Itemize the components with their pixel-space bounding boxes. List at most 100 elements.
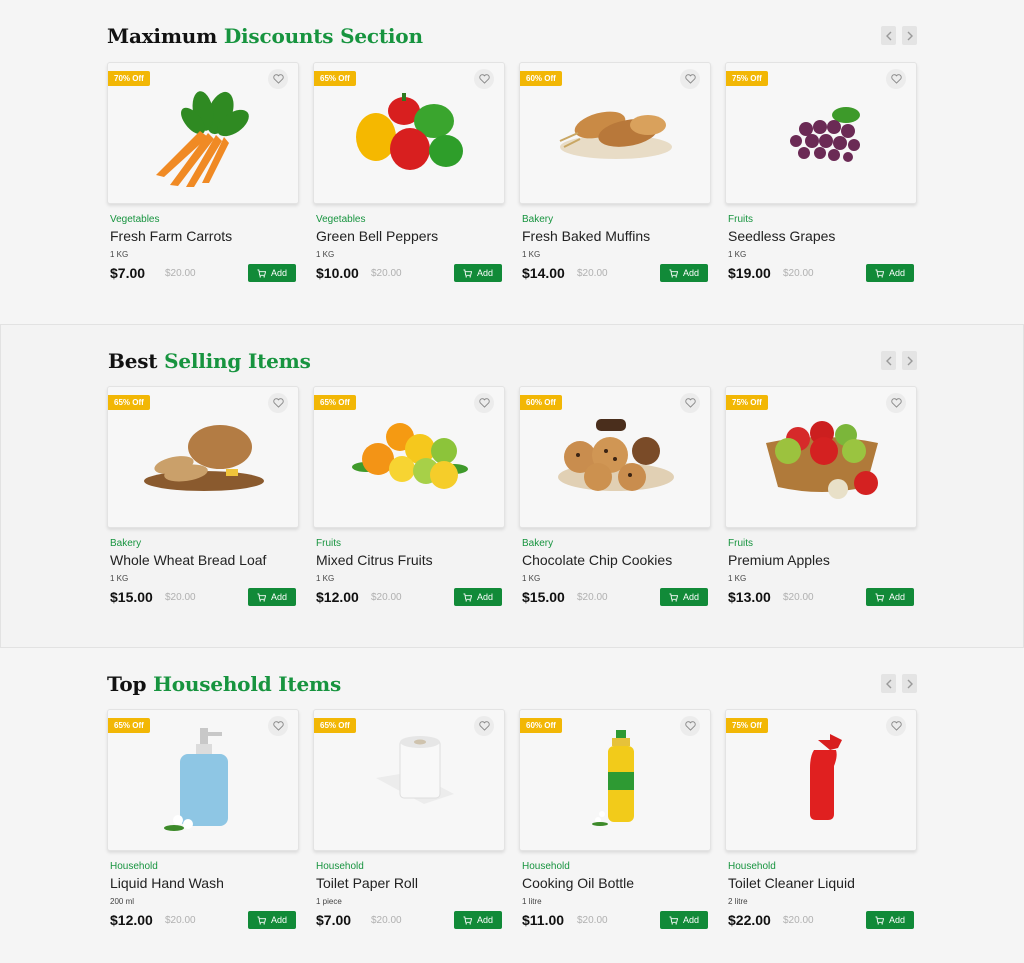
add-to-cart-button[interactable]: Add [248,911,296,929]
product-category: Vegetables [316,214,366,225]
discount-badge: 75% Off [726,395,768,410]
heart-icon [272,74,284,84]
wishlist-button[interactable] [680,716,700,736]
add-to-cart-button[interactable]: Add [866,588,914,606]
discount-badge: 65% Off [314,718,356,733]
wishlist-button[interactable] [268,393,288,413]
discount-badge: 70% Off [108,71,150,86]
wishlist-button[interactable] [886,393,906,413]
add-to-cart-button[interactable]: Add [454,264,502,282]
product-image[interactable]: 65% Off [313,709,505,851]
product-old-price: $20.00 [783,268,814,279]
add-to-cart-button[interactable]: Add [660,588,708,606]
product-old-price: $20.00 [165,915,196,926]
product-image[interactable]: 75% Off [725,386,917,528]
cart-icon [463,592,472,602]
wishlist-button[interactable] [268,716,288,736]
product-card[interactable]: 65% Off Household Toilet Paper Roll 1 pi… [313,709,505,929]
product-unit: 2 litre [728,897,748,906]
add-to-cart-button[interactable]: Add [454,588,502,606]
chevron-right-icon [907,679,913,688]
carousel-next-button[interactable] [902,26,917,45]
product-price: $22.00 [728,912,771,928]
wishlist-button[interactable] [886,69,906,89]
wishlist-button[interactable] [474,69,494,89]
product-category: Vegetables [110,214,160,225]
product-image[interactable]: 60% Off [519,709,711,851]
carousel-prev-button[interactable] [881,351,896,370]
wishlist-button[interactable] [474,393,494,413]
carousel-prev-button[interactable] [881,674,896,693]
product-image[interactable]: 65% Off [313,386,505,528]
product-image[interactable]: 75% Off [725,709,917,851]
add-to-cart-button[interactable]: Add [866,264,914,282]
cart-icon [875,592,884,602]
section-title: Maximum Discounts Section [107,24,423,48]
product-card[interactable]: 60% Off Bakery Chocolate Chip Cookies 1 … [519,386,711,606]
product-price: $11.00 [522,912,565,928]
product-name[interactable]: Toilet Cleaner Liquid [728,875,855,891]
product-card[interactable]: 65% Off Vegetables Green Bell Peppers 1 … [313,62,505,282]
carousel-prev-button[interactable] [881,26,896,45]
discount-badge: 65% Off [314,71,356,86]
product-price: $10.00 [316,265,359,281]
product-unit: 1 KG [316,250,335,259]
product-price: $19.00 [728,265,771,281]
add-to-cart-button[interactable]: Add [248,264,296,282]
product-name[interactable]: Fresh Baked Muffins [522,228,650,244]
product-name[interactable]: Toilet Paper Roll [316,875,418,891]
product-name[interactable]: Cooking Oil Bottle [522,875,634,891]
product-price: $13.00 [728,589,771,605]
product-name[interactable]: Liquid Hand Wash [110,875,224,891]
chevron-right-icon [907,356,913,365]
wishlist-button[interactable] [268,69,288,89]
wishlist-button[interactable] [886,716,906,736]
product-price: $7.00 [110,265,146,281]
product-card[interactable]: 65% Off Household Liquid Hand Wash 200 m… [107,709,299,929]
product-price: $7.00 [316,912,352,928]
add-to-cart-button[interactable]: Add [866,911,914,929]
product-category: Household [522,861,570,872]
product-image[interactable]: 65% Off [313,62,505,204]
add-to-cart-button[interactable]: Add [248,588,296,606]
wishlist-button[interactable] [474,716,494,736]
product-card[interactable]: 65% Off Fruits Mixed Citrus Fruits 1 KG … [313,386,505,606]
wishlist-button[interactable] [680,69,700,89]
product-unit: 1 piece [316,897,342,906]
product-name[interactable]: Chocolate Chip Cookies [522,552,672,568]
product-name[interactable]: Fresh Farm Carrots [110,228,232,244]
add-to-cart-button[interactable]: Add [454,911,502,929]
heart-icon [272,398,284,408]
product-card[interactable]: 60% Off Bakery Fresh Baked Muffins 1 KG … [519,62,711,282]
product-card[interactable]: 70% Off Vegetables Fresh Farm Carrots 1 … [107,62,299,282]
chevron-left-icon [885,679,891,688]
product-image[interactable]: 65% Off [107,386,299,528]
chevron-left-icon [885,31,891,40]
product-name[interactable]: Green Bell Peppers [316,228,438,244]
product-category: Household [728,861,776,872]
product-card[interactable]: 75% Off Household Toilet Cleaner Liquid … [725,709,917,929]
carousel-next-button[interactable] [902,351,917,370]
carousel-controls [881,351,917,370]
product-card[interactable]: 75% Off Fruits Seedless Grapes 1 KG $19.… [725,62,917,282]
product-name[interactable]: Premium Apples [728,552,830,568]
wishlist-button[interactable] [680,393,700,413]
product-image[interactable]: 70% Off [107,62,299,204]
product-image[interactable]: 65% Off [107,709,299,851]
product-name[interactable]: Seedless Grapes [728,228,835,244]
carousel-next-button[interactable] [902,674,917,693]
product-card[interactable]: 75% Off Fruits Premium Apples 1 KG $13.0… [725,386,917,606]
product-image[interactable]: 60% Off [519,386,711,528]
product-name[interactable]: Whole Wheat Bread Loaf [110,552,266,568]
add-to-cart-button[interactable]: Add [660,264,708,282]
product-image[interactable]: 75% Off [725,62,917,204]
product-card[interactable]: 60% Off Household Cooking Oil Bottle 1 l… [519,709,711,929]
product-image[interactable]: 60% Off [519,62,711,204]
product-card[interactable]: 65% Off Bakery Whole Wheat Bread Loaf 1 … [107,386,299,606]
product-unit: 200 ml [110,897,135,906]
add-to-cart-button[interactable]: Add [660,911,708,929]
product-name[interactable]: Mixed Citrus Fruits [316,552,433,568]
cart-icon [463,915,472,925]
chevron-right-icon [907,31,913,40]
product-category: Fruits [728,538,753,549]
